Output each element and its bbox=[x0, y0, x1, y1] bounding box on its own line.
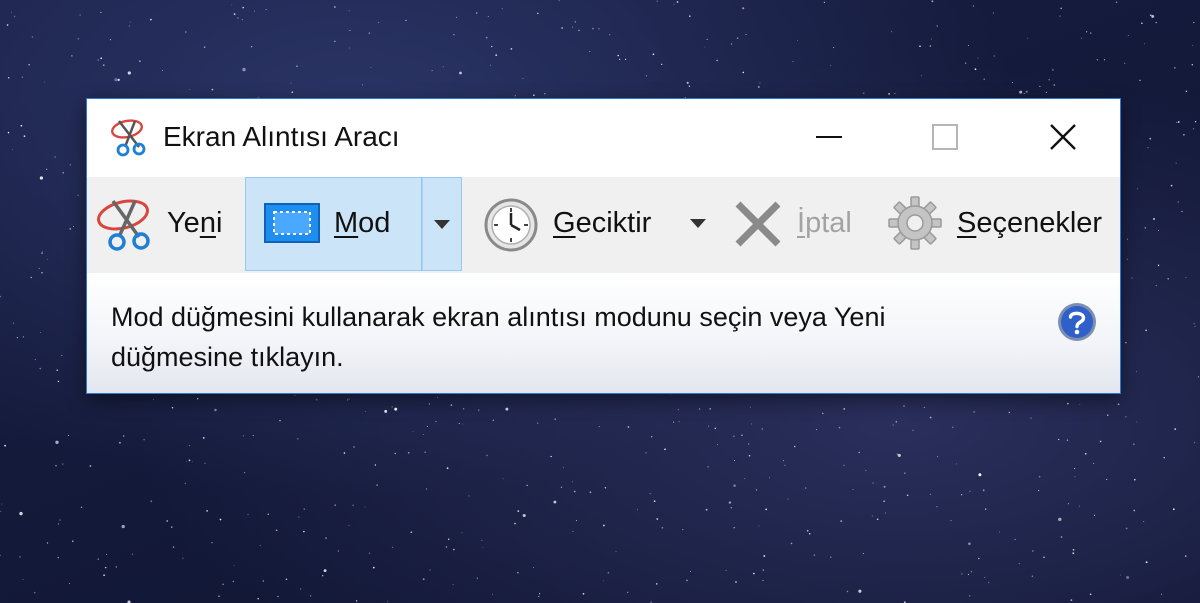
help-icon[interactable] bbox=[1056, 301, 1098, 343]
minimize-icon bbox=[816, 136, 842, 138]
new-snip-button[interactable]: Yeni bbox=[93, 177, 233, 273]
delay-button[interactable]: Geciktir bbox=[483, 177, 721, 273]
window-title: Ekran Alıntısı Aracı bbox=[163, 121, 400, 152]
mode-dropdown-button[interactable] bbox=[422, 177, 462, 271]
new-snip-label: Yeni bbox=[167, 207, 223, 239]
info-panel: Mod düğmesini kullanarak ekran alıntısı … bbox=[87, 273, 1120, 393]
mode-label: Mod bbox=[334, 207, 391, 239]
title-bar[interactable]: Ekran Alıntısı Aracı bbox=[87, 99, 1120, 177]
cancel-label: İptal bbox=[797, 207, 852, 239]
close-button[interactable] bbox=[1033, 113, 1093, 161]
cancel-button[interactable]: İptal bbox=[729, 177, 867, 273]
minimize-button[interactable] bbox=[799, 113, 859, 161]
options-label: Seçenekler bbox=[957, 207, 1103, 239]
maximize-icon bbox=[932, 124, 958, 150]
chevron-down-icon bbox=[690, 219, 706, 228]
chevron-down-icon bbox=[434, 220, 450, 229]
instruction-text: Mod düğmesini kullanarak ekran alıntısı … bbox=[111, 302, 886, 372]
options-button[interactable]: Seçenekler bbox=[885, 177, 1115, 273]
maximize-button[interactable] bbox=[915, 113, 975, 161]
rectangle-snip-icon bbox=[264, 203, 320, 243]
clock-icon bbox=[484, 198, 538, 252]
mode-button[interactable]: Mod bbox=[245, 177, 422, 271]
close-icon bbox=[1050, 124, 1076, 150]
toolbar: Yeni Mod Geciktir İptal Seçenekler bbox=[87, 177, 1120, 273]
delay-label: Geciktir bbox=[553, 207, 652, 239]
snipping-tool-window: Ekran Alıntısı Aracı Yeni Mod Geciktir İ… bbox=[86, 98, 1121, 394]
gear-icon bbox=[888, 196, 942, 250]
cancel-x-icon bbox=[735, 201, 781, 247]
delay-dropdown-button[interactable] bbox=[687, 177, 713, 273]
snipping-tool-app-icon bbox=[111, 119, 146, 157]
snipping-scissors-icon bbox=[97, 199, 150, 251]
